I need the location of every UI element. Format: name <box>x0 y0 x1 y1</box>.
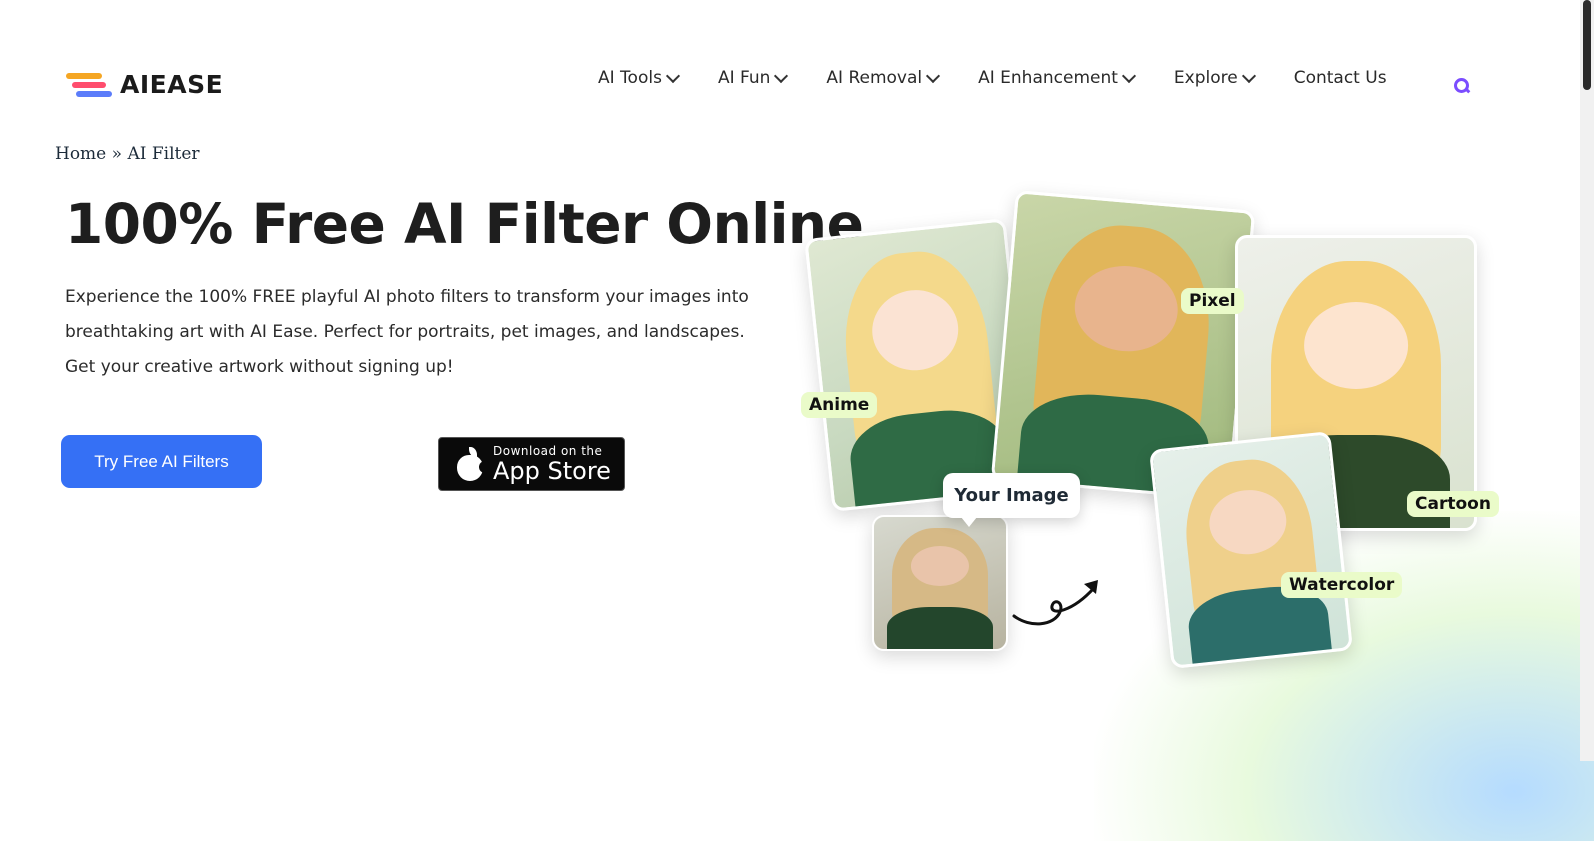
breadcrumb-home-link[interactable]: Home <box>55 144 106 164</box>
nav-item-explore[interactable]: Explore <box>1173 68 1256 88</box>
chevron-down-icon <box>1121 68 1136 83</box>
watercolor-label: Watercolor <box>1281 572 1403 598</box>
scrollbar[interactable] <box>1580 0 1594 761</box>
hero-description: Experience the 100% FREE playful AI phot… <box>65 287 749 377</box>
cartoon-label: Cartoon <box>1407 491 1499 517</box>
apple-icon <box>455 447 491 481</box>
page-title: 100% Free AI Filter Online <box>65 192 864 256</box>
logo-icon <box>66 71 112 99</box>
nav-label: Contact Us <box>1293 68 1387 88</box>
nav-item-ai-enhancement[interactable]: AI Enhancement <box>978 68 1136 88</box>
your-image-photo <box>872 515 1008 651</box>
chevron-down-icon <box>774 68 789 83</box>
search-button[interactable] <box>1448 74 1474 100</box>
nav-item-ai-fun[interactable]: AI Fun <box>717 68 789 88</box>
watercolor-example-image <box>1149 431 1353 669</box>
chevron-down-icon <box>926 68 941 83</box>
curved-arrow-icon <box>1012 580 1098 626</box>
breadcrumb-separator: » <box>106 144 128 164</box>
app-store-badge[interactable]: Download on the App Store <box>438 437 625 491</box>
breadcrumb-current: AI Filter <box>127 144 200 164</box>
anime-label: Anime <box>801 392 878 418</box>
breadcrumb: Home » AI Filter <box>55 144 200 164</box>
nav-item-ai-removal[interactable]: AI Removal <box>826 68 941 88</box>
appstore-small-text: Download on the <box>493 444 603 458</box>
nav-label: AI Enhancement <box>978 68 1118 88</box>
brand-logo[interactable]: AIEASE <box>66 70 223 99</box>
nav-item-contact[interactable]: Contact Us <box>1294 68 1387 88</box>
nav-label: AI Removal <box>826 68 923 88</box>
chevron-down-icon <box>665 68 681 83</box>
brand-name: AIEASE <box>120 70 224 99</box>
nav-item-ai-tools[interactable]: AI Tools <box>598 68 681 88</box>
appstore-big-text: App Store <box>493 457 611 485</box>
chevron-down-icon <box>1241 68 1256 83</box>
try-free-ai-filters-button[interactable]: Try Free AI Filters <box>61 435 262 488</box>
your-image-bubble: Your Image <box>943 473 1080 527</box>
nav-label: AI Tools <box>598 68 662 88</box>
main-nav: AI Tools AI Fun AI Removal AI Enhancemen… <box>598 68 1387 88</box>
scrollbar-thumb[interactable] <box>1583 0 1591 90</box>
pixel-label: Pixel <box>1181 288 1244 314</box>
nav-label: Explore <box>1173 68 1238 88</box>
nav-label: AI Fun <box>717 68 771 88</box>
